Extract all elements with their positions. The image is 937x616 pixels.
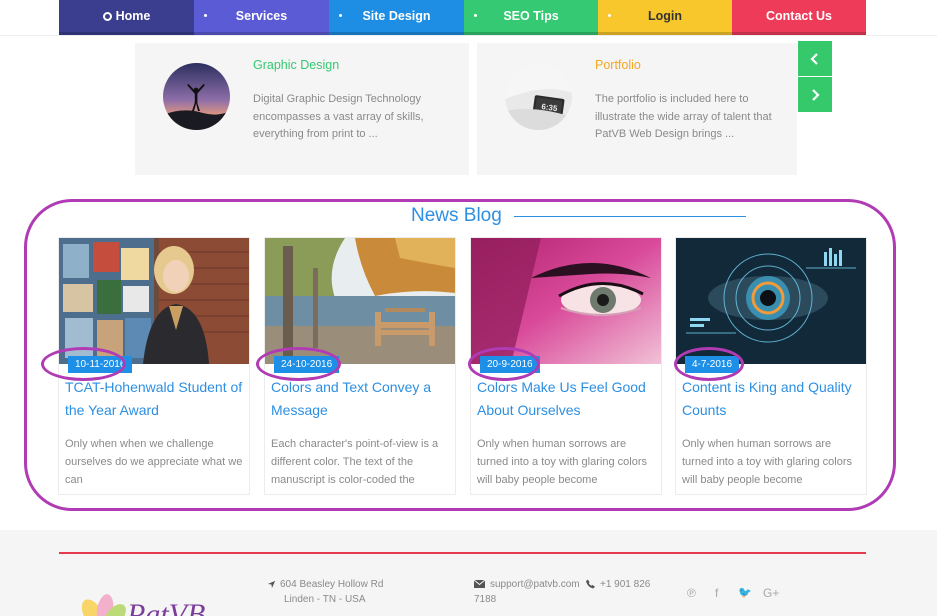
- address-line-2: Linden - TN - USA: [284, 594, 366, 605]
- nav-contact-us-label: Contact Us: [766, 9, 832, 23]
- facebook-icon[interactable]: f: [715, 586, 718, 600]
- nav-home[interactable]: Home: [59, 0, 194, 35]
- logo-text: PatVB: [126, 598, 205, 616]
- nav-divider: [0, 35, 937, 36]
- nav-home-label: Home: [115, 9, 151, 23]
- nav-services[interactable]: Services: [194, 0, 329, 35]
- twitter-icon[interactable]: 🐦: [738, 586, 752, 599]
- post-excerpt: Only when human sorrows are turned into …: [477, 438, 647, 486]
- home-icon: [102, 11, 112, 21]
- post-excerpt: Each character's point-of-view is a diff…: [271, 438, 439, 486]
- portfolio-image: 6:35: [505, 63, 572, 130]
- post-title[interactable]: Colors Make Us Feel Good About Ourselves: [477, 376, 657, 422]
- address-line-1: 604 Beasley Hollow Rd: [280, 579, 384, 590]
- main-nav: Home Services Site Design SEO Tips Login…: [59, 0, 866, 35]
- service-description: The portfolio is included here to illust…: [595, 93, 772, 140]
- post-date-badge: 10-11-2016: [68, 356, 133, 373]
- nav-site-design-label: Site Design: [362, 9, 431, 23]
- page: Home Services Site Design SEO Tips Login…: [0, 0, 937, 616]
- service-title[interactable]: Graphic Design: [253, 58, 339, 72]
- service-card-graphic-design[interactable]: Graphic Design Digital Graphic Design Te…: [135, 43, 469, 175]
- carousel-next-button[interactable]: [798, 77, 832, 112]
- post-image-makeup: [471, 238, 661, 364]
- blog-post-card[interactable]: 24-10-2016 Colors and Text Convey a Mess…: [256, 238, 455, 494]
- news-blog-heading: News Blog: [411, 205, 502, 226]
- blog-post-card[interactable]: 20-9-2016 Colors Make Us Feel Good About…: [468, 238, 661, 494]
- nav-services-label: Services: [235, 9, 288, 23]
- nav-contact-us[interactable]: Contact Us: [732, 0, 866, 35]
- bullet-icon: [204, 14, 207, 17]
- post-title[interactable]: Colors and Text Convey a Message: [271, 376, 451, 422]
- post-image-river: [265, 238, 455, 364]
- post-title[interactable]: TCAT-Hohenwald Student of the Year Award: [65, 376, 245, 422]
- post-date-badge: 4-7-2016: [685, 356, 740, 373]
- post-date-badge: 24-10-2016: [274, 356, 340, 373]
- bullet-icon: [339, 14, 342, 17]
- post-excerpt: Only when human sorrows are turned into …: [682, 438, 852, 486]
- footer: PatVB 604 Beasley Hollow Rd Linden - TN …: [0, 530, 937, 616]
- service-title[interactable]: Portfolio: [595, 58, 641, 72]
- blog-post-card[interactable]: 4-7-2016 Content is King and Quality Cou…: [674, 238, 866, 494]
- footer-divider: [59, 552, 866, 554]
- heading-rule: [514, 216, 746, 217]
- post-excerpt: Only when when we challenge ourselves do…: [65, 438, 243, 486]
- google-plus-icon[interactable]: G+: [763, 586, 779, 600]
- post-title[interactable]: Content is King and Quality Counts: [682, 376, 862, 422]
- bullet-icon: [608, 14, 611, 17]
- post-image-tech-eye: [676, 238, 866, 364]
- nav-login[interactable]: Login: [598, 0, 732, 35]
- footer-logo[interactable]: PatVB: [75, 592, 215, 616]
- blog-post-card[interactable]: 10-11-2016 TCAT-Hohenwald Student of the…: [41, 238, 249, 494]
- post-image-award: [59, 238, 249, 364]
- graphic-design-image: [163, 63, 230, 130]
- nav-seo-tips[interactable]: SEO Tips: [464, 0, 598, 35]
- post-date-badge: 20-9-2016: [480, 356, 540, 373]
- chevron-right-icon: [812, 88, 820, 101]
- pinterest-icon[interactable]: ℗: [687, 586, 696, 600]
- bullet-icon: [474, 14, 477, 17]
- carousel-prev-button[interactable]: [798, 41, 832, 76]
- service-description: Digital Graphic Design Technology encomp…: [253, 93, 424, 140]
- location-arrow-icon: [267, 580, 276, 589]
- footer-phone[interactable]: +1 901 826 7188: [474, 577, 664, 607]
- service-card-portfolio[interactable]: 6:35 Portfolio The portfolio is included…: [477, 43, 797, 175]
- chevron-left-icon: [810, 52, 818, 65]
- nav-seo-tips-label: SEO Tips: [503, 9, 559, 23]
- nav-site-design[interactable]: Site Design: [329, 0, 464, 35]
- nav-login-label: Login: [647, 9, 682, 23]
